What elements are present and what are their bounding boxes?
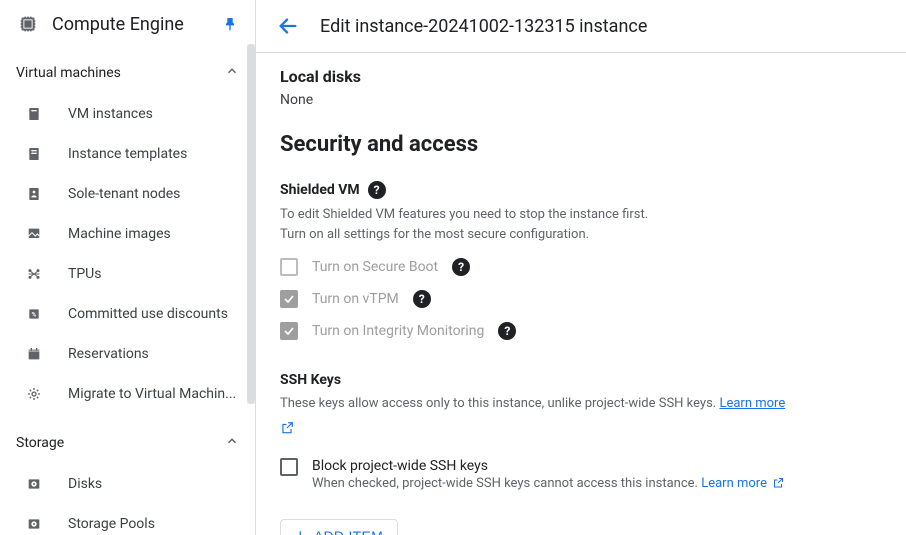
local-disks-heading: Local disks bbox=[280, 67, 882, 86]
sidebar-item-reservations[interactable]: Reservations bbox=[0, 334, 255, 374]
block-ssh-desc: When checked, project-wide SSH keys cann… bbox=[312, 476, 784, 491]
plus-icon: + bbox=[295, 527, 306, 535]
ssh-keys-section: SSH Keys These keys allow access only to… bbox=[280, 372, 882, 535]
storage-pool-icon bbox=[24, 514, 44, 534]
checkbox-vtpm: Turn on vTPM ? bbox=[280, 290, 882, 308]
sidebar-header: Compute Engine bbox=[0, 0, 255, 48]
learn-more-link[interactable]: Learn more bbox=[701, 476, 767, 491]
external-link-icon[interactable] bbox=[280, 420, 882, 436]
sidebar-item-tpus[interactable]: TPUs bbox=[0, 254, 255, 294]
help-icon[interactable]: ? bbox=[413, 290, 431, 308]
checkbox-block-ssh[interactable]: Block project-wide SSH keys When checked… bbox=[280, 458, 882, 491]
discount-icon: % bbox=[24, 304, 44, 324]
vm-instance-icon bbox=[24, 104, 44, 124]
chevron-up-icon bbox=[225, 64, 239, 82]
sidebar-item-vm-instances[interactable]: VM instances bbox=[0, 94, 255, 134]
product-title: Compute Engine bbox=[52, 14, 209, 35]
sidebar-item-migrate[interactable]: Migrate to Virtual Machin... bbox=[0, 374, 255, 414]
nav-group-header-vm[interactable]: Virtual machines bbox=[0, 52, 255, 94]
add-item-button[interactable]: + ADD ITEM bbox=[280, 519, 398, 535]
sole-tenant-icon bbox=[24, 184, 44, 204]
nav-group-header-storage[interactable]: Storage bbox=[0, 422, 255, 464]
help-icon[interactable]: ? bbox=[452, 258, 470, 276]
ssh-keys-desc: These keys allow access only to this ins… bbox=[280, 394, 882, 414]
checkbox-input bbox=[280, 322, 298, 340]
machine-image-icon bbox=[24, 224, 44, 244]
migrate-icon bbox=[24, 384, 44, 404]
reservations-icon bbox=[24, 344, 44, 364]
compute-engine-icon bbox=[16, 12, 40, 36]
sidebar-item-instance-templates[interactable]: Instance templates bbox=[0, 134, 255, 174]
main-header: Edit instance-20241002-132315 instance bbox=[256, 0, 906, 53]
sidebar-item-machine-images[interactable]: Machine images bbox=[0, 214, 255, 254]
nav-group-vm: Virtual machines VM instances Instance t… bbox=[0, 48, 255, 418]
shielded-vm-title: Shielded VM ? bbox=[280, 181, 386, 199]
shielded-vm-desc2: Turn on all settings for the most secure… bbox=[280, 225, 882, 245]
checkbox-input[interactable] bbox=[280, 458, 298, 476]
pin-icon[interactable] bbox=[221, 15, 239, 33]
nav-group-storage: Storage Disks Storage Pools bbox=[0, 418, 255, 535]
ssh-keys-title: SSH Keys bbox=[280, 372, 341, 388]
learn-more-link[interactable]: Learn more bbox=[719, 396, 785, 411]
sidebar: Compute Engine Virtual machines VM insta… bbox=[0, 0, 256, 535]
content: Local disks None Security and access Shi… bbox=[256, 53, 906, 535]
shielded-vm-desc1: To edit Shielded VM features you need to… bbox=[280, 205, 882, 225]
local-disks-value: None bbox=[280, 92, 882, 108]
tpu-icon bbox=[24, 264, 44, 284]
help-icon[interactable]: ? bbox=[368, 181, 386, 199]
help-icon[interactable]: ? bbox=[498, 322, 516, 340]
template-icon bbox=[24, 144, 44, 164]
svg-text:%: % bbox=[32, 311, 37, 319]
checkbox-input bbox=[280, 290, 298, 308]
shielded-vm-section: Shielded VM ? To edit Shielded VM featur… bbox=[280, 181, 882, 340]
block-ssh-label: Block project-wide SSH keys bbox=[312, 458, 784, 474]
checkbox-input bbox=[280, 258, 298, 276]
checkbox-secure-boot: Turn on Secure Boot ? bbox=[280, 258, 882, 276]
disk-icon bbox=[24, 474, 44, 494]
sidebar-item-disks[interactable]: Disks bbox=[0, 464, 255, 504]
back-button[interactable] bbox=[276, 14, 300, 38]
main: Edit instance-20241002-132315 instance L… bbox=[256, 0, 906, 535]
sidebar-item-committed-use[interactable]: % Committed use discounts bbox=[0, 294, 255, 334]
checkbox-integrity-monitoring: Turn on Integrity Monitoring ? bbox=[280, 322, 882, 340]
sidebar-item-sole-tenant[interactable]: Sole-tenant nodes bbox=[0, 174, 255, 214]
sidebar-item-storage-pools[interactable]: Storage Pools bbox=[0, 504, 255, 535]
page-title: Edit instance-20241002-132315 instance bbox=[320, 16, 647, 37]
chevron-up-icon bbox=[225, 434, 239, 452]
security-heading: Security and access bbox=[280, 132, 882, 157]
sidebar-scrollbar[interactable] bbox=[247, 44, 255, 404]
